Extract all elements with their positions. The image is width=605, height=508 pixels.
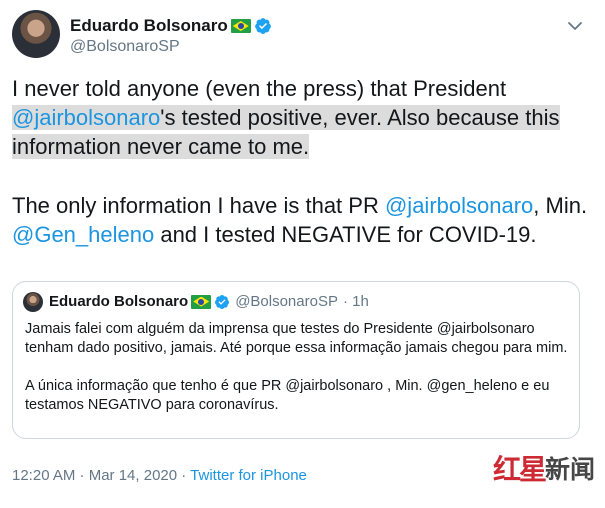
quoted-text: Jamais falei com alguém da imprensa que …	[25, 320, 573, 415]
quoted-header: Eduardo Bolsonaro @BolsonaroSP · 1h	[49, 293, 369, 310]
quoted-avatar	[23, 292, 43, 312]
highlighted-text: @jairbolsonaro's tested positive, ever. …	[12, 105, 560, 159]
watermark-text-red: 红星	[492, 453, 547, 486]
tweet-text: I never told anyone (even the press) tha…	[12, 74, 592, 249]
tweet-paragraph-1: I never told anyone (even the press) tha…	[12, 74, 592, 161]
tweet-text-segment: I never told anyone (even the press) tha…	[12, 76, 507, 101]
quoted-timestamp: · 1h	[342, 293, 369, 310]
author-name[interactable]: Eduardo Bolsonaro	[70, 16, 228, 36]
avatar[interactable]	[12, 10, 60, 58]
tweet-text-segment: The only information I have is that PR	[12, 193, 385, 218]
brazil-flag-icon	[191, 294, 212, 309]
tweet-paragraph-2: The only information I have is that PR @…	[12, 191, 592, 249]
quoted-paragraph-2: A única informação que tenho é que PR @j…	[25, 378, 550, 413]
chevron-down-icon[interactable]	[565, 16, 585, 36]
tweet-text-segment: , Min.	[533, 193, 588, 218]
verified-badge-icon	[215, 294, 230, 309]
tweet-source-link[interactable]: Twitter for iPhone	[190, 467, 307, 484]
quoted-author-name: Eduardo Bolsonaro	[49, 293, 189, 310]
verified-badge-icon	[254, 18, 271, 34]
quoted-tweet[interactable]: Eduardo Bolsonaro @BolsonaroSP · 1h Jama…	[12, 281, 580, 439]
author-name-row[interactable]: Eduardo Bolsonaro	[70, 16, 272, 36]
tweet-timestamp[interactable]: 12:20 AM · Mar 14, 2020 ·	[12, 467, 190, 484]
quoted-paragraph-1: Jamais falei com alguém da imprensa que …	[25, 321, 568, 356]
mention-link[interactable]: @Gen_heleno	[12, 222, 154, 247]
tweet-meta: 12:20 AM · Mar 14, 2020 · Twitter for iP…	[12, 467, 307, 484]
tweet-text-segment: and I tested NEGATIVE for COVID-19.	[154, 222, 537, 247]
watermark-logo: 红星 新闻	[493, 448, 595, 488]
author-handle[interactable]: @BolsonaroSP	[70, 38, 180, 56]
mention-link[interactable]: @jairbolsonaro	[385, 193, 533, 218]
mention-link[interactable]: @jairbolsonaro	[12, 105, 160, 130]
brazil-flag-icon	[230, 19, 251, 33]
watermark-text-dark: 新闻	[544, 455, 595, 484]
quoted-author-handle: @BolsonaroSP	[235, 293, 338, 310]
